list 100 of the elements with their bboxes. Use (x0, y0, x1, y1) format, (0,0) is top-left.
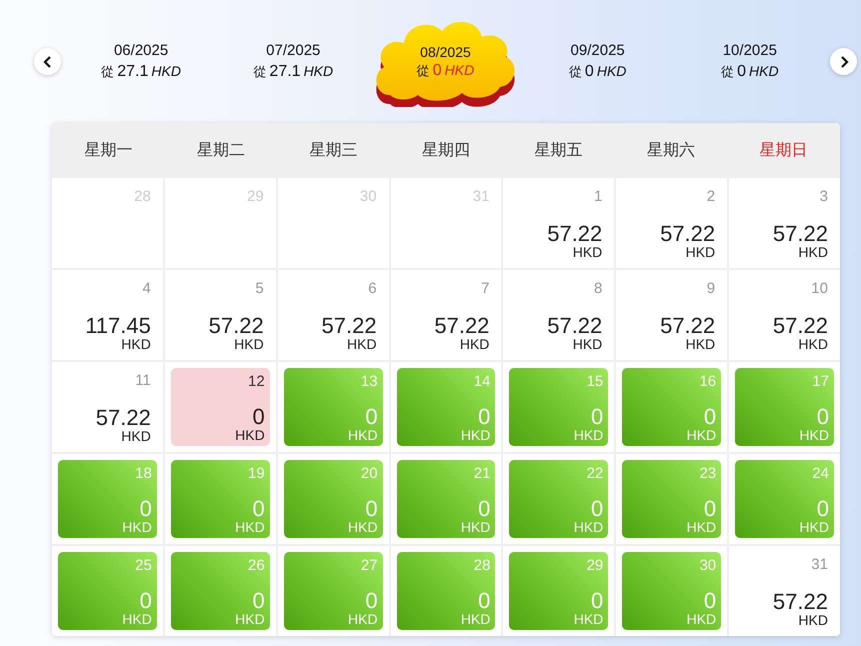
day-number: 5 (255, 280, 264, 297)
day-price: 0 (252, 590, 265, 612)
day-price: 0 (252, 406, 265, 428)
day-price: 0 (591, 498, 604, 520)
currency-label: HKD (799, 520, 829, 535)
day-number: 29 (586, 557, 604, 574)
from-label: 從 (101, 64, 114, 79)
day-number: 1 (594, 188, 602, 205)
month-tab[interactable]: 10/2025 從 0 HKD (674, 16, 825, 106)
currency-label: HKD (235, 612, 265, 627)
day-number: 11 (135, 372, 151, 389)
month-label: 07/2025 (266, 42, 320, 59)
day-price: 0 (478, 590, 490, 612)
day-price: 0 (365, 406, 378, 428)
day-price: 57.22 (208, 315, 264, 337)
day-price: 57.22 (322, 315, 377, 337)
day-number: 3 (820, 188, 828, 205)
day-price: 57.22 (434, 315, 490, 337)
month-tab[interactable]: 06/2025 從 27.1 HKD (66, 16, 216, 106)
day-number: 17 (812, 373, 829, 390)
currency-label: HKD (460, 520, 490, 535)
currency-label: HKD (572, 337, 602, 352)
day-number: 15 (586, 373, 604, 390)
currency-label: HKD (574, 612, 604, 627)
currency-label: HKD (596, 63, 626, 79)
day-price: 57.22 (660, 315, 716, 337)
currency-label: HKD (686, 337, 716, 352)
day-number: 9 (706, 280, 716, 297)
currency-label: HKD (574, 428, 604, 443)
day-number: 25 (135, 557, 152, 574)
currency-label: HKD (749, 63, 779, 79)
currency-label: HKD (121, 429, 151, 444)
day-price: 0 (365, 590, 378, 612)
currency-label: HKD (574, 520, 604, 535)
day-number: 10 (811, 280, 828, 297)
currency-label: HKD (798, 337, 828, 352)
day-number: 27 (360, 557, 378, 574)
day-number: 12 (248, 373, 265, 390)
weekday-label: 星期四 (420, 141, 471, 161)
weekday-label: 星期三 (308, 141, 358, 161)
day-cell[interactable]: 12 0 HKD (170, 368, 270, 446)
from-label: 從 (568, 64, 582, 79)
day-number: 24 (812, 465, 829, 482)
day-price: 117.45 (85, 315, 151, 337)
day-price: 0 (252, 498, 265, 520)
currency-label: HKD (686, 520, 716, 535)
currency-label: HKD (348, 520, 378, 535)
currency-label: HKD (686, 245, 716, 260)
month-price: 0 (737, 63, 746, 80)
currency-label: HKD (234, 337, 264, 352)
currency-label: HKD (122, 520, 152, 535)
day-number: 13 (360, 373, 378, 390)
day-number: 4 (142, 280, 151, 297)
month-tab[interactable]: 08/2025 從 0 HKD (370, 16, 520, 106)
month-tab[interactable]: 09/2025 從 0 HKD (522, 16, 673, 106)
day-price: 57.22 (547, 315, 602, 337)
day-price: 0 (704, 590, 716, 612)
currency-label: HKD (798, 245, 828, 260)
from-label: 從 (721, 64, 734, 79)
currency-label: HKD (235, 428, 265, 443)
day-price: 0 (140, 590, 152, 612)
day-price: 0 (816, 406, 829, 428)
day-price: 0 (816, 498, 829, 520)
previous-button[interactable] (34, 48, 61, 75)
month-label: 10/2025 (722, 42, 777, 59)
currency-label: HKD (799, 428, 829, 443)
currency-label: HKD (460, 428, 490, 443)
day-price: 0 (591, 406, 604, 428)
next-button[interactable] (830, 48, 857, 75)
month-label: 09/2025 (570, 42, 625, 59)
currency-label: HKD (348, 428, 378, 443)
month-tab[interactable]: 07/2025 從 27.1 HKD (218, 16, 368, 106)
day-number: 6 (368, 280, 377, 297)
day-number: 2 (706, 188, 716, 205)
day-price: 0 (704, 498, 716, 520)
day-price: 57.22 (547, 223, 602, 245)
day-number: 30 (699, 557, 716, 574)
currency-label: HKD (460, 612, 490, 627)
day-price: 0 (365, 498, 378, 520)
day-price: 0 (478, 406, 490, 428)
day-number: 31 (811, 556, 828, 573)
month-price: 0 (584, 63, 594, 80)
day-number: 7 (481, 280, 490, 297)
day-price: 0 (704, 406, 716, 428)
day-number: 28 (474, 557, 490, 574)
day-number: 19 (248, 465, 265, 482)
day-number: 20 (360, 465, 378, 482)
day-number: 26 (248, 557, 265, 574)
day-price: 0 (591, 590, 604, 612)
day-price: 0 (478, 498, 490, 520)
currency-label: HKD (122, 612, 152, 627)
weekday-label: 星期一 (83, 141, 134, 161)
currency-label: HKD (460, 337, 490, 352)
day-price: 57.22 (96, 407, 151, 429)
currency-label: HKD (686, 428, 716, 443)
day-number: 21 (474, 465, 490, 482)
day-number: 22 (586, 465, 604, 482)
day-number: 14 (474, 373, 490, 390)
from-label: 從 (416, 62, 430, 78)
currency-label: HKD (121, 337, 151, 352)
